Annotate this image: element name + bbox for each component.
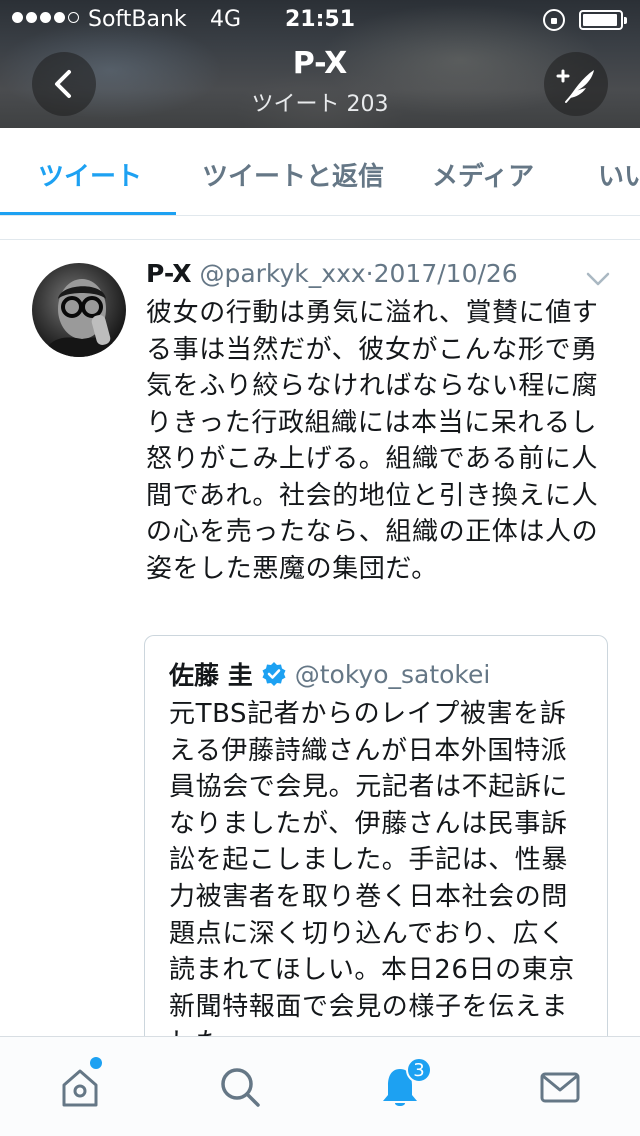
- bottom-tab-bar: 3: [0, 1036, 640, 1136]
- previous-tweet-edge: [0, 216, 640, 240]
- rotation-lock-icon: [543, 9, 565, 31]
- chevron-down-icon[interactable]: [586, 271, 610, 287]
- avatar[interactable]: [32, 263, 126, 357]
- compose-tweet-button[interactable]: [544, 52, 608, 116]
- tweet-header: P-X @parkyk_xxx·2017/10/26: [146, 259, 518, 288]
- profile-tabs: ツイート ツイートと返信 メディア いいね: [0, 128, 640, 216]
- home-new-indicator: [90, 1057, 102, 1069]
- quoted-tweet-header: 佐藤 圭 @tokyo_satokei: [169, 656, 490, 692]
- quoted-author-handle: @tokyo_satokei: [294, 659, 491, 689]
- tweet-date[interactable]: 2017/10/26: [374, 259, 518, 288]
- date-separator: ·: [365, 259, 374, 288]
- home-icon[interactable]: [58, 1065, 102, 1109]
- tab-media[interactable]: メディア: [432, 156, 534, 193]
- search-icon[interactable]: [218, 1065, 262, 1109]
- tab-likes[interactable]: いいね: [598, 156, 640, 193]
- profile-header: SoftBank 4G 21:51 P-X ツイート 203: [0, 0, 640, 128]
- tweet-text: 彼女の行動は勇気に溢れ、賞賛に値する事は当然だが、彼女がこんな形で勇気をふり絞ら…: [146, 298, 599, 584]
- messages-icon[interactable]: [538, 1065, 582, 1109]
- avatar-portrait: [42, 279, 122, 357]
- tab-tweets-and-replies[interactable]: ツイートと返信: [202, 156, 384, 193]
- quoted-tweet[interactable]: 佐藤 圭 @tokyo_satokei 元TBS記者からのレイプ被害を訴える伊藤…: [144, 635, 608, 1036]
- author-name[interactable]: P-X: [146, 259, 192, 288]
- notification-count-badge: 3: [406, 1057, 432, 1083]
- quoted-author-name: 佐藤 圭: [169, 661, 253, 690]
- tweet[interactable]: P-X @parkyk_xxx·2017/10/26 彼女の行動は勇気に溢れ、賞…: [0, 241, 640, 1036]
- author-handle[interactable]: @parkyk_xxx: [199, 259, 365, 288]
- battery-icon: [579, 10, 627, 30]
- quoted-tweet-text: 元TBS記者からのレイプ被害を訴える伊藤詩織さんが日本外国特派員協会で会見。元記…: [169, 699, 575, 1036]
- compose-tweet-icon: [556, 69, 594, 103]
- tab-tweets[interactable]: ツイート: [38, 156, 142, 193]
- verified-badge-icon: [262, 662, 286, 686]
- status-bar: SoftBank 4G 21:51: [0, 0, 640, 40]
